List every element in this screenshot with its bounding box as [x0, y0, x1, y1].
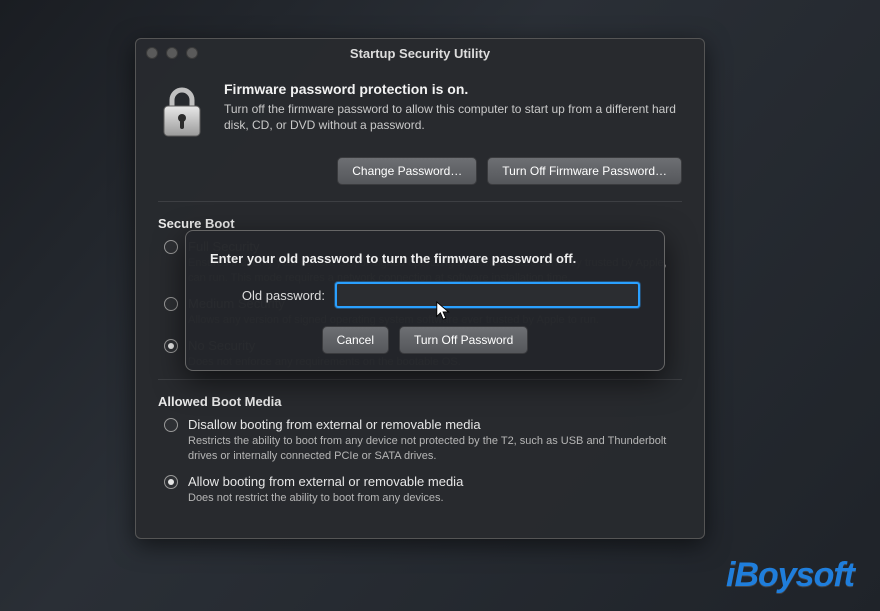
secure-boot-title: Secure Boot: [158, 216, 682, 231]
password-field-label: Old password:: [210, 288, 325, 303]
password-field-row: Old password:: [210, 282, 640, 308]
radio-desc: Does not restrict the ability to boot fr…: [188, 491, 463, 506]
divider: [158, 379, 682, 380]
radio-icon: [164, 339, 178, 353]
allowed-boot-option-allow[interactable]: Allow booting from external or removable…: [158, 474, 682, 506]
titlebar: Startup Security Utility: [136, 39, 704, 67]
change-password-button[interactable]: Change Password…: [337, 157, 477, 185]
turn-off-password-button[interactable]: Turn Off Password: [399, 326, 528, 354]
hero-heading: Firmware password protection is on.: [224, 81, 682, 97]
radio-icon: [164, 475, 178, 489]
turn-off-firmware-button[interactable]: Turn Off Firmware Password…: [487, 157, 682, 185]
cancel-button[interactable]: Cancel: [322, 326, 389, 354]
lock-icon: [158, 81, 206, 143]
allowed-boot-option-disallow[interactable]: Disallow booting from external or remova…: [158, 417, 682, 464]
window-title: Startup Security Utility: [136, 46, 704, 61]
old-password-input[interactable]: [335, 282, 640, 308]
watermark: iBoysoft: [726, 556, 854, 595]
firmware-buttons: Change Password… Turn Off Firmware Passw…: [158, 157, 682, 185]
radio-icon: [164, 297, 178, 311]
hero-section: Firmware password protection is on. Turn…: [158, 81, 682, 143]
sheet-prompt: Enter your old password to turn the firm…: [210, 251, 640, 266]
radio-label: Allow booting from external or removable…: [188, 474, 463, 489]
allowed-boot-title: Allowed Boot Media: [158, 394, 682, 409]
allowed-boot-section: Allowed Boot Media Disallow booting from…: [158, 394, 682, 506]
sheet-buttons: Cancel Turn Off Password: [210, 326, 640, 354]
radio-desc: Restricts the ability to boot from any d…: [188, 434, 668, 464]
hero-text: Firmware password protection is on. Turn…: [224, 81, 682, 143]
radio-icon: [164, 418, 178, 432]
password-sheet: Enter your old password to turn the firm…: [185, 230, 665, 371]
divider: [158, 201, 682, 202]
radio-icon: [164, 240, 178, 254]
radio-label: Disallow booting from external or remova…: [188, 417, 668, 432]
hero-subtext: Turn off the firmware password to allow …: [224, 101, 682, 133]
